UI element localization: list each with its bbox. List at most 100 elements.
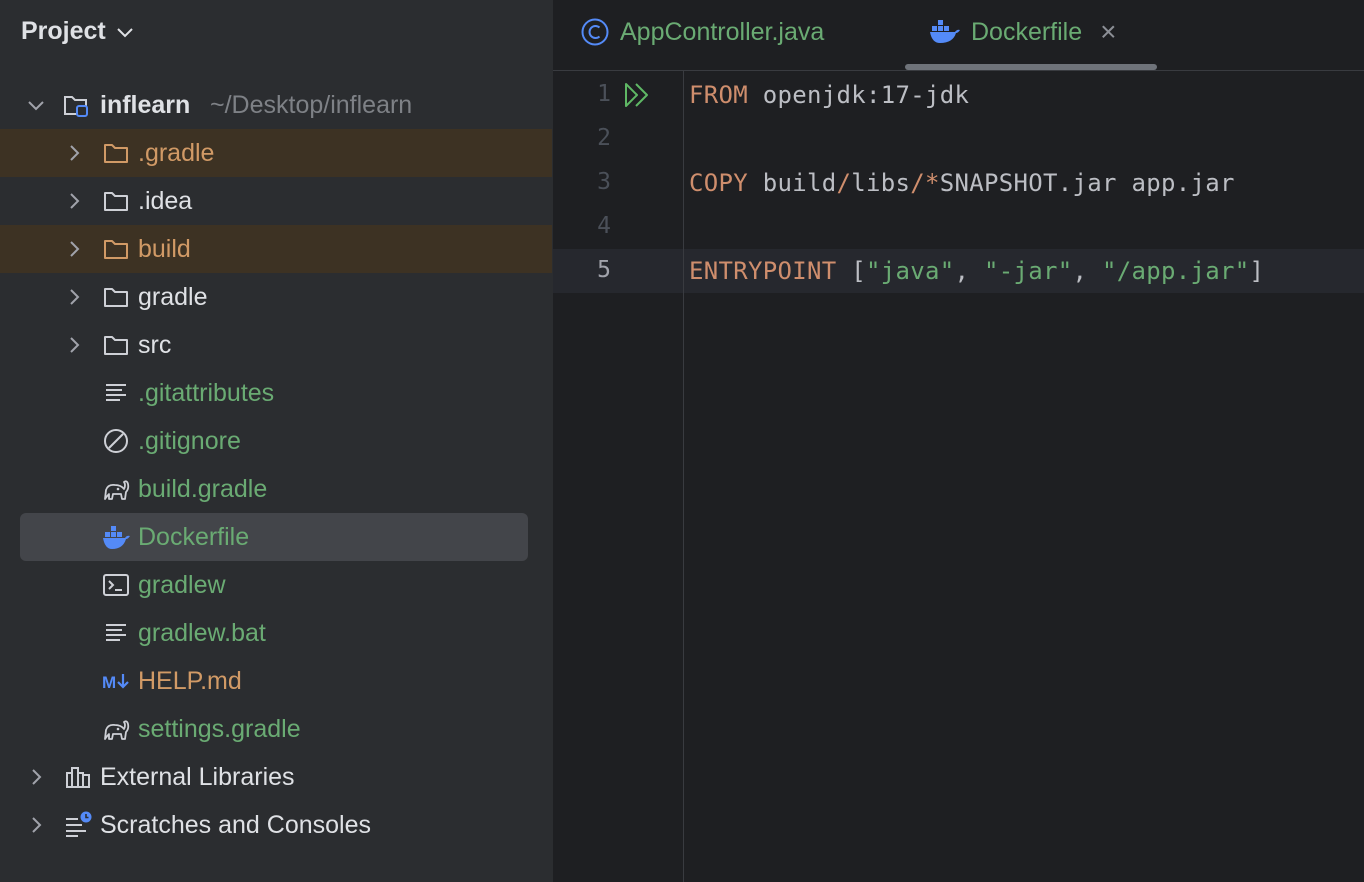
code-line[interactable]: 3 COPY build/libs/*SNAPSHOT.jar app.jar — [553, 161, 1364, 205]
code-token: COPY — [689, 169, 748, 197]
code-token: /* — [910, 169, 940, 197]
line-number: 1 — [597, 81, 611, 107]
tree-item-root[interactable]: inflearn ~/Desktop/inflearn — [0, 81, 552, 129]
library-icon — [66, 767, 90, 788]
tree-item-help-md[interactable]: M HELP.md — [0, 657, 552, 705]
folder-icon — [104, 240, 128, 259]
code-text: ENTRYPOINT ["java", "-jar", "/app.jar"] — [689, 257, 1264, 285]
code-token: build — [748, 169, 837, 197]
code-token: ] — [1249, 257, 1265, 285]
tree-item-label: Dockerfile — [138, 523, 250, 551]
chevron-down-icon[interactable] — [26, 95, 46, 115]
terminal-icon — [103, 574, 129, 596]
tree-item-label: .gitattributes — [138, 379, 275, 407]
run-icon[interactable] — [623, 82, 651, 108]
code-token: ENTRYPOINT — [689, 257, 837, 285]
folder-icon — [104, 144, 128, 163]
ignore-file-icon — [104, 429, 128, 453]
tab-label: Dockerfile — [971, 17, 1083, 46]
code-line[interactable]: 4 — [553, 205, 1364, 249]
project-title: Project — [21, 16, 106, 45]
text-file-icon — [106, 624, 126, 641]
project-view-selector[interactable]: Project — [21, 14, 134, 48]
editor-area: AppController.java Dockerfile × 1 FROM op… — [552, 0, 1364, 882]
line-number: 4 — [597, 213, 611, 239]
text-file-icon — [106, 384, 126, 401]
code-token: SNAPSHOT.jar app.jar — [939, 169, 1235, 197]
tree-item-settings-gradle[interactable]: settings.gradle — [0, 705, 552, 753]
editor-tab-bar: AppController.java Dockerfile × — [553, 0, 1364, 71]
tree-item-dockerfile[interactable]: Dockerfile — [0, 513, 552, 561]
code-token: / — [836, 169, 852, 197]
scratches-icon — [66, 811, 92, 837]
tree-item-label: build — [138, 235, 191, 263]
chevron-right-icon[interactable] — [64, 143, 84, 163]
code-line[interactable]: 1 FROM openjdk:17-jdk — [553, 73, 1364, 117]
line-number: 5 — [597, 257, 611, 283]
root-name: inflearn — [100, 91, 191, 119]
tree-item-gradlew-bat[interactable]: gradlew.bat — [0, 609, 552, 657]
tree-item-label: src — [138, 331, 172, 359]
tree-item-label: .idea — [138, 187, 193, 215]
code-token: FROM — [689, 81, 748, 109]
root-path: ~/Desktop/inflearn — [210, 91, 413, 119]
chevron-right-icon[interactable] — [64, 335, 84, 355]
class-icon — [581, 18, 609, 46]
gradle-icon — [104, 480, 130, 500]
code-token: , — [1072, 257, 1102, 285]
tree-item-src[interactable]: src — [0, 321, 552, 369]
tree-item-gradle[interactable]: gradle — [0, 273, 552, 321]
svg-text:M: M — [102, 673, 116, 692]
tree-item-label: build.gradle — [138, 475, 268, 503]
tree-item-idea[interactable]: .idea — [0, 177, 552, 225]
code-text: COPY build/libs/*SNAPSHOT.jar app.jar — [689, 169, 1235, 197]
chevron-down-icon — [117, 28, 133, 38]
code-token: libs — [851, 169, 911, 197]
code-token: openjdk:17-jdk — [748, 81, 970, 109]
tree-item-label: HELP.md — [138, 667, 242, 695]
gradle-icon — [104, 720, 130, 740]
tree-item-label: settings.gradle — [138, 715, 301, 743]
folder-icon — [104, 288, 128, 307]
docker-icon — [103, 526, 130, 549]
tree-item-gradle[interactable]: .gradle — [0, 129, 552, 177]
code-token: , — [954, 257, 984, 285]
chevron-right-icon[interactable] — [64, 287, 84, 307]
tree-item-label: .gradle — [138, 139, 215, 167]
tree-item-gradlew[interactable]: gradlew — [0, 561, 552, 609]
tree-item-label: gradlew — [138, 571, 226, 599]
gutter-separator — [683, 71, 684, 882]
line-number: 2 — [597, 125, 611, 151]
tree-item-build[interactable]: build — [0, 225, 552, 273]
chevron-right-icon[interactable] — [64, 239, 84, 259]
active-tab-indicator — [905, 64, 1157, 70]
tab-dockerfile[interactable]: Dockerfile × — [929, 12, 1117, 52]
line-number: 3 — [597, 169, 611, 195]
chevron-right-icon[interactable] — [26, 767, 46, 787]
tree-item-build-gradle[interactable]: build.gradle — [0, 465, 552, 513]
chevron-right-icon[interactable] — [64, 191, 84, 211]
tab-appcontroller[interactable]: AppController.java — [580, 12, 824, 52]
tree-item-label: gradle — [138, 283, 208, 311]
code-token: "/app.jar" — [1102, 257, 1250, 285]
code-line[interactable]: 5 ENTRYPOINT ["java", "-jar", "/app.jar"] — [553, 249, 1364, 293]
chevron-right-icon[interactable] — [26, 815, 46, 835]
docker-icon — [930, 20, 960, 43]
module-folder-icon — [64, 96, 88, 117]
tree-item-scratches[interactable]: Scratches and Consoles — [0, 801, 552, 849]
tree-item-gitignore[interactable]: .gitignore — [0, 417, 552, 465]
folder-icon — [104, 192, 128, 211]
tab-label: AppController.java — [620, 17, 825, 46]
close-tab-icon[interactable]: × — [1100, 16, 1116, 48]
code-line[interactable]: 2 — [553, 117, 1364, 161]
external-libraries-label: External Libraries — [100, 763, 295, 791]
code-token: "-jar" — [984, 257, 1073, 285]
code-token: "java" — [866, 257, 955, 285]
scratches-label: Scratches and Consoles — [100, 811, 371, 839]
folder-icon — [104, 336, 128, 355]
markdown-icon: M — [102, 673, 129, 692]
tree-item-external-libraries[interactable]: External Libraries — [0, 753, 552, 801]
code-text: FROM openjdk:17-jdk — [689, 81, 969, 109]
tree-item-gitattributes[interactable]: .gitattributes — [0, 369, 552, 417]
tree-item-label: .gitignore — [138, 427, 241, 455]
